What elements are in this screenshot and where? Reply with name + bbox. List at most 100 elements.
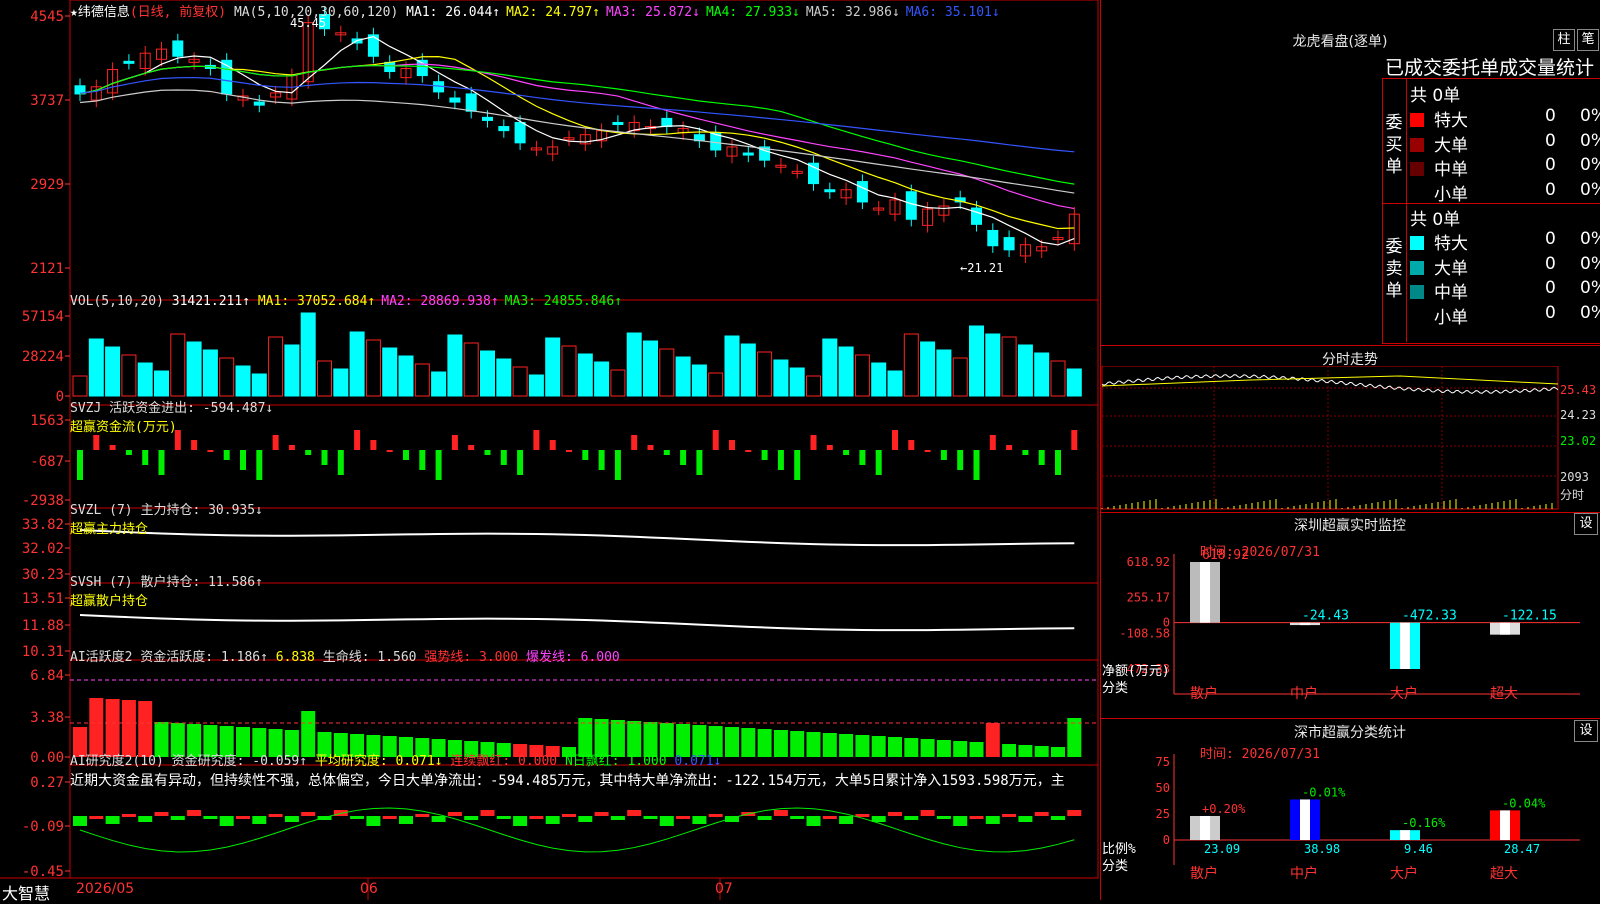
- bar-mode-button[interactable]: 柱: [1553, 29, 1575, 51]
- sz-divider: [1100, 512, 1600, 513]
- bar-cat-2: 中户: [1290, 685, 1318, 702]
- ai2-bar: [89, 698, 104, 757]
- svzj-bar: [582, 450, 589, 460]
- vol-bar: [969, 325, 984, 397]
- ai-res-bar: [806, 816, 821, 826]
- vol-bar: [512, 366, 528, 397]
- ai-res-bar: [904, 816, 919, 820]
- bar-chg-3: -0.16%: [1402, 816, 1446, 830]
- svzj-bar: [288, 445, 295, 450]
- ai-res-bar: [529, 816, 544, 819]
- vol-bar: [838, 346, 854, 397]
- ai2-strong: 强势线: 3.000: [424, 650, 519, 665]
- vol-bar: [72, 375, 88, 397]
- bar-value-2: 38.98: [1304, 842, 1340, 856]
- vol-bar: [365, 339, 381, 397]
- ai2-bar: [725, 727, 739, 757]
- candle-body: [1003, 237, 1015, 251]
- vol-bar: [121, 354, 137, 397]
- bar-tick-4: -108.58: [1119, 626, 1170, 640]
- vol-bar: [903, 333, 919, 397]
- ma-label-3: MA3: 25.872↓: [606, 5, 700, 20]
- ai-res-bar: [1018, 816, 1033, 822]
- ai-res-bar: [757, 816, 772, 820]
- bar-highlight-2: [1300, 799, 1310, 840]
- bar-tick-4: 0: [1163, 833, 1170, 847]
- svzj-bar: [843, 450, 850, 455]
- vol-bar: [594, 361, 610, 397]
- ai2-bar: [920, 739, 935, 757]
- ai2-bar: [1067, 718, 1082, 757]
- ai2-bar: [839, 734, 854, 757]
- buy-row-1: 特大 0 0%: [1410, 106, 1600, 131]
- svzj-bar: [892, 430, 898, 450]
- buy-row-pct: 0%: [1580, 106, 1600, 126]
- ai-res-cont: 连续飘红: 0.000: [450, 754, 558, 769]
- svzj-bar: [500, 450, 507, 465]
- ai-res-bar: [447, 812, 462, 816]
- tick-mode-button[interactable]: 笔: [1577, 29, 1599, 51]
- bar-chg-4: -0.04%: [1502, 796, 1546, 810]
- svzj-bar: [794, 450, 801, 480]
- ai-res-bar: [415, 814, 430, 817]
- svzj-bar: [989, 435, 996, 450]
- vol-bar: [659, 348, 675, 397]
- buy-row-3: 中单 0 0%: [1410, 155, 1600, 180]
- candle-body: [987, 229, 999, 247]
- svzj-bar: [777, 450, 784, 470]
- sell-swatch: [1410, 285, 1424, 299]
- dragon-title: 龙虎看盘(逐单): [1292, 34, 1388, 50]
- svzj-bar: [761, 450, 768, 460]
- svzj-sub: 超赢资金流(万元): [70, 420, 177, 435]
- svzj-bar: [729, 440, 735, 450]
- intraday-chart[interactable]: 25.43 24.23 23.02 2093 分时: [1100, 366, 1600, 510]
- ai2-burst: 爆发线: 6.000: [525, 650, 620, 665]
- svzj-title: SVZJ 活跃资金进出: -594.487↓: [70, 401, 274, 416]
- bar-highlight-4: [1500, 810, 1510, 840]
- vol-tick-3: 0: [56, 389, 64, 405]
- vol-bar: [382, 347, 398, 397]
- svsh-tick-1: 13.51: [22, 591, 64, 607]
- vol-bar: [1001, 336, 1017, 397]
- sc-settings-button[interactable]: 设: [1574, 720, 1598, 742]
- ma-params: MA(5,10,20,30,60,120): [233, 5, 399, 20]
- sell-row-1: 特大 0 0%: [1410, 229, 1600, 254]
- vol-bar: [1050, 360, 1066, 397]
- brand-logo: 大智慧: [2, 884, 51, 903]
- svzj-bar: [403, 450, 409, 460]
- svzj-bar: [1055, 450, 1061, 475]
- bar-cat-1: 散户: [1190, 685, 1218, 702]
- svzj-bar: [451, 435, 458, 450]
- ai-res-bar: [985, 816, 1000, 824]
- vol-bar: [219, 357, 235, 397]
- svzj-bar: [566, 450, 572, 452]
- ai-res-avg: 平均研究度: 0.071↓: [314, 754, 443, 769]
- buy-total: 共 0单: [1410, 86, 1461, 106]
- ai-res-bar: [219, 816, 234, 826]
- svsh-sub: 超赢散户持仓: [70, 594, 149, 609]
- svzj-bar: [125, 450, 132, 455]
- svzj-bar: [321, 450, 328, 465]
- svzj-bar: [908, 440, 915, 450]
- svzj-bar: [1006, 445, 1013, 450]
- svzj-bar: [207, 450, 214, 452]
- svzj-bar: [663, 450, 670, 455]
- vol-bar: [773, 359, 789, 397]
- svzl-title: SVZL (7) 主力持仓: 30.935↓: [70, 503, 263, 518]
- svzj-bar: [191, 440, 198, 450]
- ai-res-tick-3: -0.45: [22, 864, 64, 880]
- buy-swatch: [1410, 113, 1424, 127]
- ai-res-nday: N日飘红: 1.000: [564, 754, 667, 769]
- vol-bar: [691, 364, 707, 397]
- intraday-frame: [1101, 366, 1559, 510]
- svzj-bar: [419, 450, 426, 470]
- buy-row-pct: 0%: [1580, 130, 1600, 151]
- buy-row-2: 大单 0 0%: [1410, 131, 1600, 156]
- stock-mode: (日线, 前复权): [129, 5, 227, 20]
- vol-bar: [398, 355, 414, 397]
- vol-bar: [545, 337, 561, 397]
- ai2-bar: [936, 740, 951, 757]
- candle-body: [808, 162, 819, 185]
- sell-row-4: 小单 0 0%: [1410, 303, 1600, 328]
- svzj-bar: [940, 450, 947, 460]
